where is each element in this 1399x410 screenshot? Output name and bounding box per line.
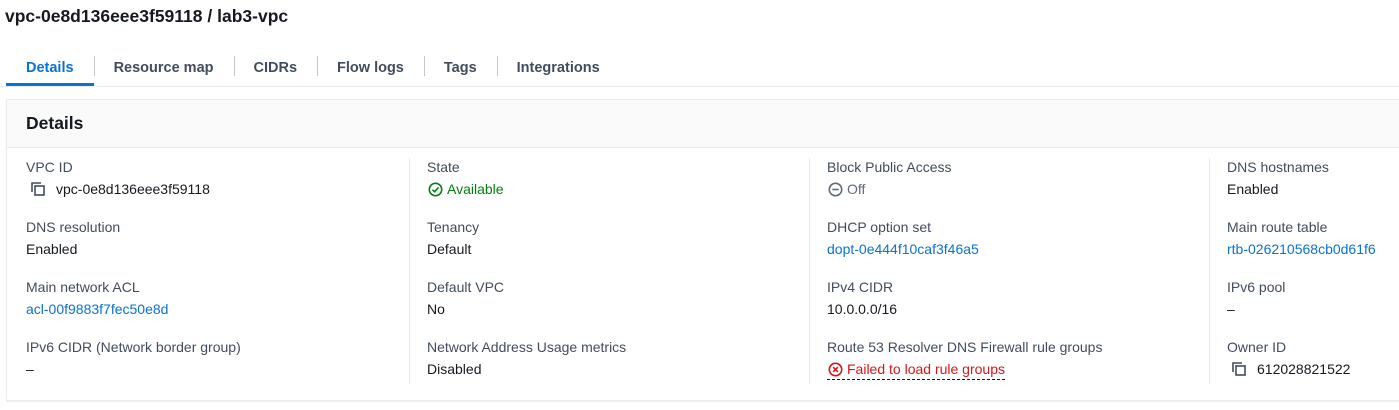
- ipv6-cidr-value: –: [26, 361, 34, 377]
- status-stopped-icon: [827, 181, 843, 197]
- dns-resolution-label: DNS resolution: [26, 219, 121, 235]
- ipv4-cidr-label: IPv4 CIDR: [827, 279, 894, 295]
- dns-resolution-value: Enabled: [26, 241, 78, 257]
- details-header: Details: [7, 100, 1399, 148]
- kv-nau-metrics: Network Address Usage metrics Disabled: [427, 338, 626, 398]
- status-error-icon: [827, 361, 843, 377]
- details-column-2: State Available Tenancy Default Default …: [427, 158, 626, 398]
- kv-main-route-table: Main route table rtb-026210568cb0d61f6: [1227, 218, 1376, 278]
- details-container: Details VPC ID vpc-0e8d136eee3f59118 DNS…: [6, 99, 1399, 401]
- kv-owner-id: Owner ID 612028821522: [1227, 338, 1376, 398]
- page-title: vpc-0e8d136eee3f59118 / lab3-vpc: [5, 6, 289, 26]
- block-public-access-value-row: Off: [827, 180, 1102, 198]
- main-route-table-label: Main route table: [1227, 219, 1328, 235]
- route53-firewall-label: Route 53 Resolver DNS Firewall rule grou…: [827, 339, 1103, 355]
- kv-default-vpc: Default VPC No: [427, 278, 626, 338]
- details-heading: Details: [26, 113, 84, 133]
- ipv6-pool-label: IPv6 pool: [1227, 279, 1286, 295]
- block-public-access-label: Block Public Access: [827, 159, 952, 175]
- kv-dhcp-option-set: DHCP option set dopt-0e444f10caf3f46a5: [827, 218, 1102, 278]
- state-value-row: Available: [427, 180, 626, 198]
- copy-icon[interactable]: [1231, 361, 1247, 377]
- default-vpc-label: Default VPC: [427, 279, 505, 295]
- dns-hostnames-value: Enabled: [1227, 181, 1279, 197]
- block-public-access-value: Off: [847, 181, 866, 197]
- route53-firewall-value: Failed to load rule groups: [847, 361, 1005, 377]
- copy-icon[interactable]: [30, 181, 46, 197]
- details-column-1: VPC ID vpc-0e8d136eee3f59118 DNS resolut…: [26, 158, 241, 398]
- kv-tenancy: Tenancy Default: [427, 218, 626, 278]
- main-network-acl-link[interactable]: acl-00f9883f7fec50e8d: [26, 300, 168, 318]
- tab-details[interactable]: Details: [6, 50, 94, 86]
- state-label: State: [427, 159, 460, 175]
- column-divider: [1209, 158, 1210, 384]
- dhcp-option-set-label: DHCP option set: [827, 219, 932, 235]
- tenancy-label: Tenancy: [427, 219, 480, 235]
- default-vpc-value: No: [427, 301, 445, 317]
- tab-tags[interactable]: Tags: [423, 50, 497, 86]
- state-value: Available: [447, 181, 504, 197]
- kv-block-public-access: Block Public Access Off: [827, 158, 1102, 218]
- tab-cidrs[interactable]: CIDRs: [233, 50, 318, 86]
- kv-ipv6-cidr: IPv6 CIDR (Network border group) –: [26, 338, 241, 398]
- kv-state: State Available: [427, 158, 626, 218]
- vpc-id-value: vpc-0e8d136eee3f59118: [56, 181, 210, 197]
- tab-flow-logs[interactable]: Flow logs: [317, 50, 424, 86]
- kv-dns-resolution: DNS resolution Enabled: [26, 218, 241, 278]
- details-column-3: Block Public Access Off DHCP option set …: [827, 158, 1102, 398]
- dns-hostnames-label: DNS hostnames: [1227, 159, 1329, 175]
- column-divider: [809, 158, 810, 384]
- kv-vpc-id: VPC ID vpc-0e8d136eee3f59118: [26, 158, 241, 218]
- route53-firewall-error-popover[interactable]: Failed to load rule groups: [827, 360, 1005, 380]
- ipv6-pool-value: –: [1227, 301, 1235, 317]
- kv-ipv4-cidr: IPv4 CIDR 10.0.0.0/16: [827, 278, 1102, 338]
- owner-id-label: Owner ID: [1227, 339, 1287, 355]
- ipv6-cidr-label: IPv6 CIDR (Network border group): [26, 339, 241, 355]
- vpc-id-label: VPC ID: [26, 159, 73, 175]
- kv-ipv6-pool: IPv6 pool –: [1227, 278, 1376, 338]
- dhcp-option-set-link[interactable]: dopt-0e444f10caf3f46a5: [827, 240, 979, 258]
- nau-metrics-label: Network Address Usage metrics: [427, 339, 627, 355]
- main-network-acl-label: Main network ACL: [26, 279, 140, 295]
- vpc-id-value-row: vpc-0e8d136eee3f59118: [26, 180, 241, 198]
- tab-bar: Details Resource map CIDRs Flow logs Tag…: [6, 50, 620, 86]
- owner-id-value-row: 612028821522: [1227, 360, 1376, 378]
- kv-dns-hostnames: DNS hostnames Enabled: [1227, 158, 1376, 218]
- tenancy-value: Default: [427, 241, 472, 257]
- details-column-4: DNS hostnames Enabled Main route table r…: [1227, 158, 1376, 398]
- owner-id-value: 612028821522: [1257, 361, 1351, 377]
- main-route-table-link[interactable]: rtb-026210568cb0d61f6: [1227, 240, 1376, 258]
- status-success-icon: [427, 181, 443, 197]
- nau-metrics-value: Disabled: [427, 361, 482, 377]
- tab-resource-map[interactable]: Resource map: [93, 50, 234, 86]
- tab-integrations[interactable]: Integrations: [496, 50, 620, 86]
- ipv4-cidr-value: 10.0.0.0/16: [827, 301, 898, 317]
- kv-route53-firewall: Route 53 Resolver DNS Firewall rule grou…: [827, 338, 1102, 398]
- column-divider: [409, 158, 410, 384]
- kv-main-network-acl: Main network ACL acl-00f9883f7fec50e8d: [26, 278, 241, 338]
- tab-divider: [0, 86, 1399, 87]
